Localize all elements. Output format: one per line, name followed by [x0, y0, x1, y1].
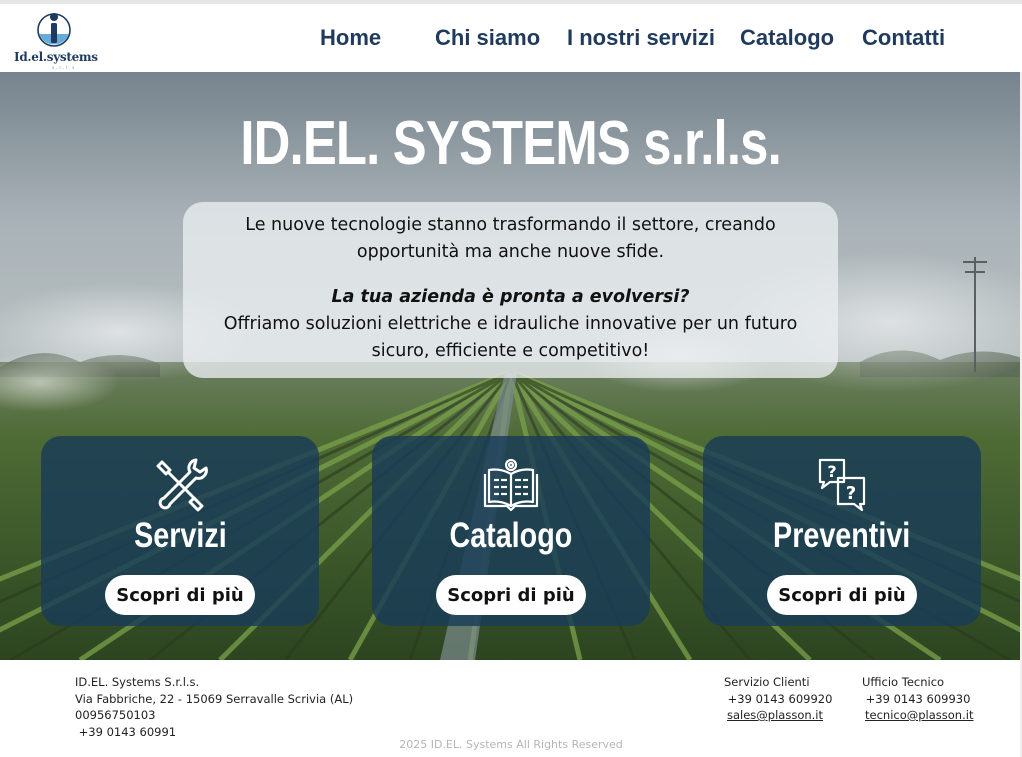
- hero-section: ID.EL. SYSTEMS s.r.l.s. Le nuove tecnolo…: [0, 72, 1022, 660]
- tech-office-phone: +39 0143 609930: [862, 691, 971, 706]
- svg-text:?: ?: [846, 483, 856, 504]
- site-header: Id.el.systems s.r.l.s Home Chi siamo I n…: [0, 4, 1022, 72]
- footer-company-vat: 00956750103: [75, 708, 156, 722]
- nav-contatti[interactable]: Contatti: [862, 25, 945, 50]
- offer-line-1: Offriamo soluzioni elettriche e idraulic…: [223, 314, 798, 334]
- intro-line-1: Le nuove tecnologie stanno trasformando …: [245, 215, 776, 235]
- question-bubbles-icon: ? ?: [818, 458, 866, 512]
- tools-icon: [156, 458, 208, 512]
- nav-nostri-servizi[interactable]: I nostri servizi: [567, 25, 715, 50]
- footer-company-address: Via Fabbriche, 22 - 15069 Serravalle Scr…: [75, 691, 354, 706]
- catalogo-scopri-button[interactable]: Scopri di più: [436, 575, 586, 615]
- tech-office-email-link[interactable]: tecnico@plasson.it: [865, 708, 973, 722]
- card-catalogo-title: Catalogo: [372, 516, 650, 556]
- customer-service-heading: Servizio Clienti: [724, 675, 810, 689]
- card-servizi-title-text: Servizi: [133, 516, 227, 555]
- nav-slot-home: Home: [320, 25, 413, 51]
- nav-slot-chi-siamo: Chi siamo: [435, 25, 567, 51]
- preventivi-scopri-button[interactable]: Scopri di più: [767, 575, 917, 615]
- nav-slot-servizi: I nostri servizi: [567, 25, 740, 51]
- footer-company-name: ID.EL. Systems S.r.l.s.: [75, 675, 200, 689]
- logo[interactable]: Id.el.systems s.r.l.s: [12, 8, 102, 72]
- card-catalogo: Catalogo Scopri di più: [372, 436, 650, 626]
- nav-home[interactable]: Home: [320, 25, 381, 50]
- footer-tech-office: Ufficio Tecnico +39 0143 609930 tecnico@…: [862, 674, 973, 724]
- site-footer: ID.EL. Systems S.r.l.s. Via Fabbriche, 2…: [0, 660, 1022, 757]
- customer-service-email-wrap: sales@plasson.it: [724, 707, 832, 724]
- customer-service-email-link[interactable]: sales@plasson.it: [727, 708, 823, 722]
- svg-text:?: ?: [827, 462, 836, 481]
- card-servizi-title: Servizi: [41, 516, 319, 556]
- logo-text: Id.el.systems: [14, 50, 98, 64]
- tech-office-heading: Ufficio Tecnico: [862, 675, 945, 689]
- main-nav: Home Chi siamo I nostri servizi Catalogo…: [320, 18, 952, 58]
- intro-box: Le nuove tecnologie stanno trasformando …: [183, 202, 838, 378]
- card-preventivi-title-text: Preventivi: [773, 516, 911, 555]
- catalog-book-icon: [483, 458, 539, 512]
- servizi-scopri-button[interactable]: Scopri di più: [105, 575, 255, 615]
- nav-catalogo[interactable]: Catalogo: [740, 25, 834, 50]
- intro-line-2: opportunità ma anche nuove sfide.: [356, 242, 665, 262]
- intro-question: La tua azienda è pronta a evolversi?: [331, 287, 690, 307]
- nav-slot-catalogo: Catalogo: [740, 25, 862, 51]
- card-preventivi-title: Preventivi: [703, 516, 981, 556]
- nav-slot-contatti: Contatti: [862, 25, 952, 51]
- footer-customer-service: Servizio Clienti +39 0143 609920 sales@p…: [724, 674, 832, 724]
- footer-company: ID.EL. Systems S.r.l.s. Via Fabbriche, 2…: [75, 674, 353, 740]
- nav-chi-siamo[interactable]: Chi siamo: [435, 25, 540, 50]
- logo-info-icon: [37, 13, 71, 47]
- footer-copyright: 2025 ID.EL. Systems All Rights Reserved: [399, 738, 623, 751]
- hero-title-text: ID.EL. SYSTEMS s.r.l.s.: [240, 109, 782, 178]
- card-catalogo-title-text: Catalogo: [449, 516, 573, 555]
- offer-line-2: sicuro, efficiente e competitivo!: [371, 341, 650, 361]
- card-servizi: Servizi Scopri di più: [41, 436, 319, 626]
- tech-office-email-wrap: tecnico@plasson.it: [862, 707, 973, 724]
- customer-service-phone: +39 0143 609920: [724, 691, 833, 706]
- card-preventivi: ? ? Preventivi Scopri di più: [703, 436, 981, 626]
- logo-tagline: s.r.l.s: [52, 65, 77, 70]
- hero-title: ID.EL. SYSTEMS s.r.l.s.: [0, 108, 1022, 179]
